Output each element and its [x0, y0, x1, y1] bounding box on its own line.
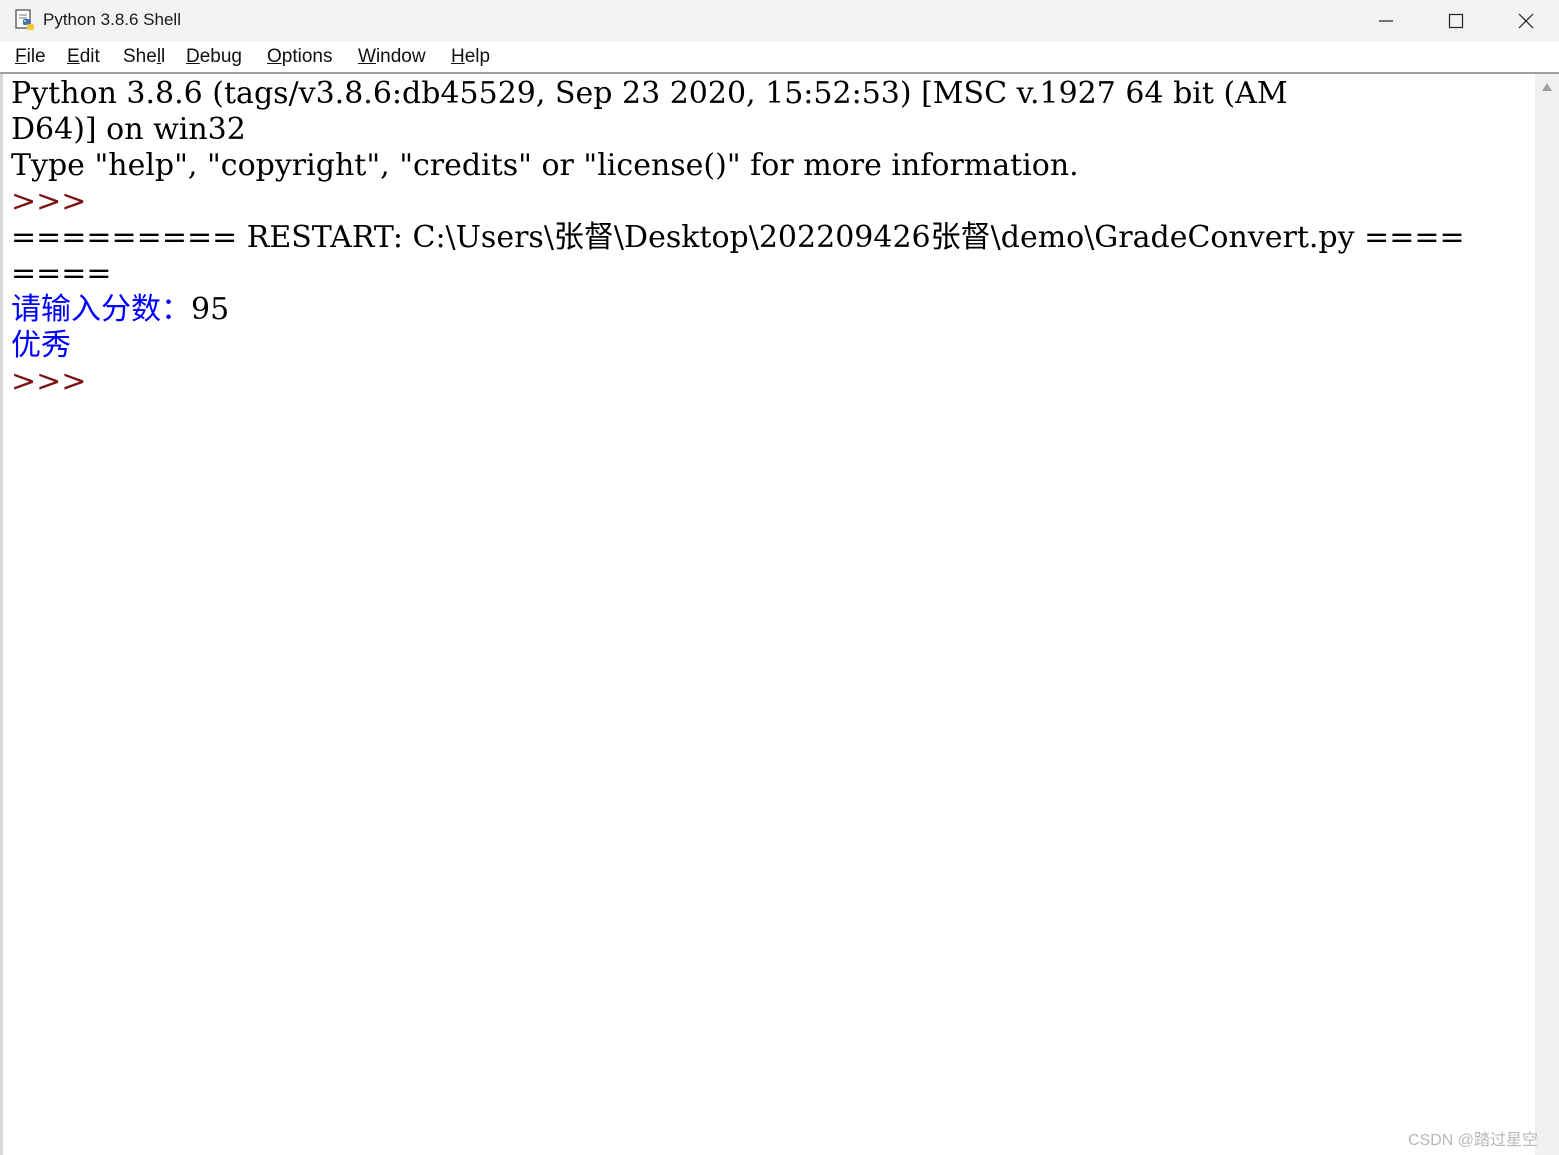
shell-prompt: >>> [11, 184, 87, 219]
python-idle-icon[interactable] [14, 9, 38, 33]
menu-edit[interactable]: Edit [66, 46, 101, 68]
watermark: CSDN @踏过星空 [1408, 1132, 1539, 1149]
menu-options[interactable]: Options [266, 46, 333, 68]
minimize-icon [1379, 20, 1393, 22]
shell-prompt[interactable]: >>> [11, 364, 86, 400]
minimize-button[interactable] [1351, 0, 1421, 42]
restart-line: ========= RESTART: C:\Users\张督\Desktop\2… [11, 220, 1465, 255]
input-prompt-text: 请输入分数： [11, 292, 191, 327]
input-line: 请输入分数：95 [11, 292, 229, 328]
close-icon [1518, 13, 1534, 29]
close-button[interactable] [1491, 0, 1559, 42]
menu-file[interactable]: File [14, 46, 47, 68]
menu-shell[interactable]: Shell [122, 46, 166, 68]
maximize-icon [1448, 13, 1464, 29]
menu-bar: File Edit Shell Debug Options Window Hel… [0, 42, 1559, 72]
menu-window[interactable]: Window [357, 46, 427, 68]
maximize-button[interactable] [1421, 0, 1491, 42]
scroll-up-arrow-icon[interactable] [1540, 80, 1554, 94]
input-value: 95 [191, 292, 230, 327]
banner-line: Type "help", "copyright", "credits" or "… [11, 148, 1079, 183]
restart-line: ==== [11, 256, 112, 291]
menu-debug[interactable]: Debug [185, 46, 243, 68]
menu-help[interactable]: Help [450, 46, 491, 68]
window-title: Python 3.8.6 Shell [43, 10, 181, 29]
banner-line: Python 3.8.6 (tags/v3.8.6:db45529, Sep 2… [11, 76, 1288, 111]
vertical-scrollbar[interactable] [1535, 74, 1559, 1155]
banner-line: D64)] on win32 [11, 112, 246, 147]
title-bar[interactable]: Python 3.8.6 Shell [0, 0, 1559, 42]
shell-text-area[interactable]: Python 3.8.6 (tags/v3.8.6:db45529, Sep 2… [0, 74, 1535, 1155]
program-output: 优秀 [11, 328, 71, 363]
